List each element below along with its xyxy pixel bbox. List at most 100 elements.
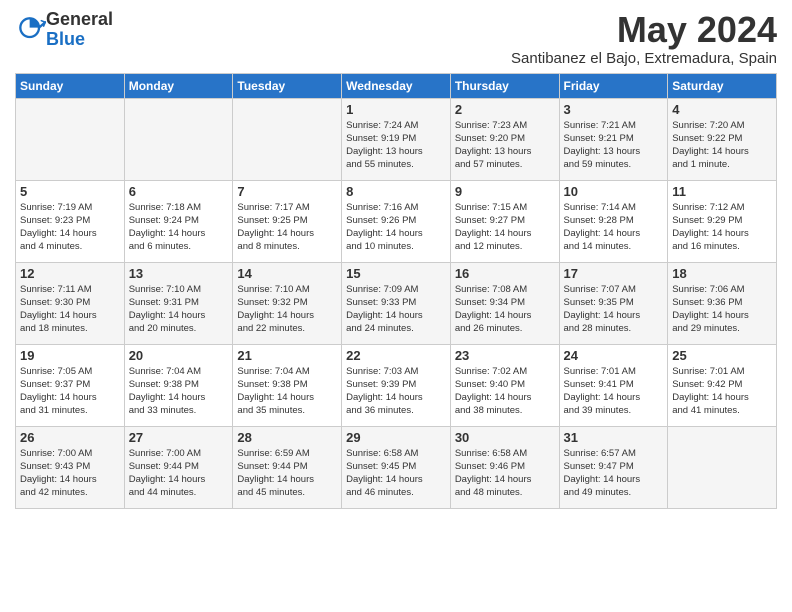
day-number: 25 [672,348,772,363]
day-number: 12 [20,266,120,281]
calendar-cell [668,426,777,508]
calendar-cell: 8Sunrise: 7:16 AM Sunset: 9:26 PM Daylig… [342,180,451,262]
day-info: Sunrise: 6:59 AM Sunset: 9:44 PM Dayligh… [237,447,337,500]
calendar-cell: 2Sunrise: 7:23 AM Sunset: 9:20 PM Daylig… [450,98,559,180]
calendar-week-2: 5Sunrise: 7:19 AM Sunset: 9:23 PM Daylig… [16,180,777,262]
calendar-cell [233,98,342,180]
weekday-header-friday: Friday [559,73,668,98]
day-number: 22 [346,348,446,363]
calendar-week-1: 1 Sunrise: 7:24 AM Sunset: 9:19 PM Daylig… [16,98,777,180]
day-number: 30 [455,430,555,445]
calendar-cell: 25 Sunrise: 7:01 AM Sunset: 9:42 PM Dayli… [668,344,777,426]
weekday-header-monday: Monday [124,73,233,98]
day-number: 24 [564,348,664,363]
title-block: May 2024 Santibanez el Bajo, Extremadura… [511,10,777,67]
day-info: Sunrise: 7:08 AM Sunset: 9:34 PM Dayligh… [455,283,555,336]
day-info: Sunrise: 7:03 AM Sunset: 9:39 PM Dayligh… [346,365,446,418]
calendar-cell: 13 Sunrise: 7:10 AM Sunset: 9:31 PM Dayli… [124,262,233,344]
weekday-header-sunday: Sunday [16,73,125,98]
day-info: Sunrise: 7:02 AM Sunset: 9:40 PM Dayligh… [455,365,555,418]
calendar-cell: 21Sunrise: 7:04 AM Sunset: 9:38 PM Dayli… [233,344,342,426]
day-info: Sunrise: 7:00 AM Sunset: 9:43 PM Dayligh… [20,447,120,500]
day-info: Sunrise: 7:18 AM Sunset: 9:24 PM Dayligh… [129,201,229,254]
logo-icon [18,16,46,44]
weekday-header-tuesday: Tuesday [233,73,342,98]
day-info: Sunrise: 6:58 AM Sunset: 9:46 PM Dayligh… [455,447,555,500]
weekday-header-thursday: Thursday [450,73,559,98]
day-info: Sunrise: 6:58 AM Sunset: 9:45 PM Dayligh… [346,447,446,500]
day-info: Sunrise: 7:20 AM Sunset: 9:22 PM Dayligh… [672,119,772,172]
calendar-cell: 1 Sunrise: 7:24 AM Sunset: 9:19 PM Daylig… [342,98,451,180]
logo: General Blue [15,10,113,50]
calendar-cell: 10 Sunrise: 7:14 AM Sunset: 9:28 PM Dayli… [559,180,668,262]
calendar-cell: 22 Sunrise: 7:03 AM Sunset: 9:39 PM Dayli… [342,344,451,426]
calendar-cell: 23 Sunrise: 7:02 AM Sunset: 9:40 PM Dayli… [450,344,559,426]
day-number: 4 [672,102,772,117]
day-info: Sunrise: 7:12 AM Sunset: 9:29 PM Dayligh… [672,201,772,254]
day-number: 18 [672,266,772,281]
day-info: Sunrise: 7:21 AM Sunset: 9:21 PM Dayligh… [564,119,664,172]
day-number: 5 [20,184,120,199]
day-info: Sunrise: 7:24 AM Sunset: 9:19 PM Dayligh… [346,119,446,172]
day-info: Sunrise: 7:10 AM Sunset: 9:32 PM Dayligh… [237,283,337,336]
calendar-cell: 15Sunrise: 7:09 AM Sunset: 9:33 PM Dayli… [342,262,451,344]
day-info: Sunrise: 7:04 AM Sunset: 9:38 PM Dayligh… [129,365,229,418]
calendar-cell: 11 Sunrise: 7:12 AM Sunset: 9:29 PM Dayli… [668,180,777,262]
day-number: 23 [455,348,555,363]
day-number: 1 [346,102,446,117]
day-info: Sunrise: 7:17 AM Sunset: 9:25 PM Dayligh… [237,201,337,254]
logo-text: General Blue [46,10,113,50]
calendar-cell: 17 Sunrise: 7:07 AM Sunset: 9:35 PM Dayli… [559,262,668,344]
month-title: May 2024 [511,10,777,50]
day-info: Sunrise: 7:00 AM Sunset: 9:44 PM Dayligh… [129,447,229,500]
calendar-cell [16,98,125,180]
day-info: Sunrise: 7:09 AM Sunset: 9:33 PM Dayligh… [346,283,446,336]
calendar-cell: 26Sunrise: 7:00 AM Sunset: 9:43 PM Dayli… [16,426,125,508]
day-info: Sunrise: 7:01 AM Sunset: 9:42 PM Dayligh… [672,365,772,418]
weekday-header-saturday: Saturday [668,73,777,98]
day-number: 2 [455,102,555,117]
calendar-cell: 28Sunrise: 6:59 AM Sunset: 9:44 PM Dayli… [233,426,342,508]
calendar-cell: 3 Sunrise: 7:21 AM Sunset: 9:21 PM Daylig… [559,98,668,180]
day-number: 13 [129,266,229,281]
calendar-body: 1 Sunrise: 7:24 AM Sunset: 9:19 PM Daylig… [16,98,777,508]
day-number: 9 [455,184,555,199]
day-number: 17 [564,266,664,281]
day-number: 10 [564,184,664,199]
day-info: Sunrise: 7:11 AM Sunset: 9:30 PM Dayligh… [20,283,120,336]
calendar-cell: 20 Sunrise: 7:04 AM Sunset: 9:38 PM Dayli… [124,344,233,426]
calendar-cell: 7 Sunrise: 7:17 AM Sunset: 9:25 PM Daylig… [233,180,342,262]
day-number: 16 [455,266,555,281]
calendar-cell: 19 Sunrise: 7:05 AM Sunset: 9:37 PM Dayli… [16,344,125,426]
day-info: Sunrise: 7:14 AM Sunset: 9:28 PM Dayligh… [564,201,664,254]
day-info: Sunrise: 7:06 AM Sunset: 9:36 PM Dayligh… [672,283,772,336]
calendar-week-3: 12 Sunrise: 7:11 AM Sunset: 9:30 PM Dayli… [16,262,777,344]
day-info: Sunrise: 7:16 AM Sunset: 9:26 PM Dayligh… [346,201,446,254]
day-number: 19 [20,348,120,363]
logo-blue: Blue [46,30,113,50]
calendar-table: SundayMondayTuesdayWednesdayThursdayFrid… [15,73,777,509]
calendar-header-row: SundayMondayTuesdayWednesdayThursdayFrid… [16,73,777,98]
day-info: Sunrise: 7:05 AM Sunset: 9:37 PM Dayligh… [20,365,120,418]
day-number: 29 [346,430,446,445]
day-number: 3 [564,102,664,117]
day-number: 27 [129,430,229,445]
day-number: 31 [564,430,664,445]
day-number: 7 [237,184,337,199]
weekday-header-wednesday: Wednesday [342,73,451,98]
calendar-week-5: 26Sunrise: 7:00 AM Sunset: 9:43 PM Dayli… [16,426,777,508]
calendar-cell: 12 Sunrise: 7:11 AM Sunset: 9:30 PM Dayli… [16,262,125,344]
calendar-cell: 6Sunrise: 7:18 AM Sunset: 9:24 PM Daylig… [124,180,233,262]
page-header: General Blue May 2024 Santibanez el Bajo… [15,10,777,67]
day-number: 11 [672,184,772,199]
logo-general: General [46,10,113,30]
day-info: Sunrise: 7:07 AM Sunset: 9:35 PM Dayligh… [564,283,664,336]
calendar-cell: 24Sunrise: 7:01 AM Sunset: 9:41 PM Dayli… [559,344,668,426]
calendar-cell: 18 Sunrise: 7:06 AM Sunset: 9:36 PM Dayli… [668,262,777,344]
day-info: Sunrise: 7:10 AM Sunset: 9:31 PM Dayligh… [129,283,229,336]
calendar-cell [124,98,233,180]
day-info: Sunrise: 7:15 AM Sunset: 9:27 PM Dayligh… [455,201,555,254]
day-number: 20 [129,348,229,363]
calendar-cell: 16 Sunrise: 7:08 AM Sunset: 9:34 PM Dayli… [450,262,559,344]
calendar-cell: 31Sunrise: 6:57 AM Sunset: 9:47 PM Dayli… [559,426,668,508]
